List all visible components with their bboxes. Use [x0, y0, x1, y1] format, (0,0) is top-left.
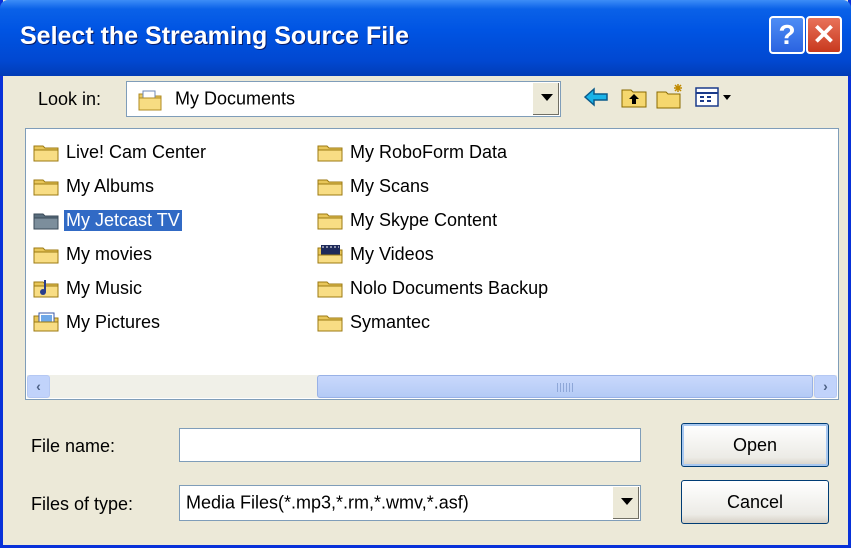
folder-icon	[317, 213, 343, 230]
folder-icon	[33, 145, 59, 162]
list-item[interactable]: My Jetcast TV	[32, 207, 183, 233]
files-of-type-label: Files of type:	[31, 494, 134, 514]
list-item-label: Nolo Documents Backup	[350, 277, 549, 298]
list-item-label: My Scans	[350, 175, 430, 196]
folder-icon	[317, 281, 343, 298]
scroll-left-icon[interactable]: ‹	[27, 375, 50, 398]
look-in-value: My Documents	[175, 88, 296, 109]
up-folder-icon[interactable]	[619, 82, 649, 112]
list-item[interactable]: Nolo Documents Backup	[316, 275, 550, 301]
chevron-down-icon[interactable]	[532, 83, 559, 115]
folder-icon	[317, 145, 343, 162]
documents-folder-icon	[138, 90, 162, 111]
list-item[interactable]: My Albums	[32, 173, 156, 199]
list-item-label: My Videos	[350, 243, 434, 264]
look-in-label: Look in:	[38, 89, 102, 109]
list-item-label: Symantec	[350, 311, 431, 332]
list-item-label: My movies	[66, 243, 153, 264]
grip-icon	[557, 383, 573, 392]
title-bar[interactable]: Select the Streaming Source File ? ✕	[0, 0, 851, 76]
views-menu-icon[interactable]	[693, 82, 735, 112]
folder-icon	[33, 179, 59, 196]
file-name-label: File name:	[31, 436, 116, 456]
list-item[interactable]: My Scans	[316, 173, 431, 199]
help-button[interactable]: ?	[769, 16, 805, 54]
folder-icon	[317, 179, 343, 196]
back-arrow-icon[interactable]	[581, 82, 611, 112]
list-item-label: My RoboForm Data	[350, 141, 508, 162]
files-of-type-dropdown[interactable]: Media Files(*.mp3,*.rm,*.wmv,*.asf)	[179, 485, 641, 521]
list-item[interactable]: My movies	[32, 241, 154, 267]
list-item-label: My Skype Content	[350, 209, 498, 230]
list-item[interactable]: My Skype Content	[316, 207, 499, 233]
scroll-right-icon[interactable]: ›	[814, 375, 837, 398]
list-item[interactable]: My RoboForm Data	[316, 139, 509, 165]
horizontal-scrollbar[interactable]: ‹ ›	[27, 375, 837, 398]
list-item-label: My Jetcast TV	[63, 208, 183, 232]
list-item[interactable]: My Music	[32, 275, 144, 301]
list-item-label: My Pictures	[66, 311, 161, 332]
open-button[interactable]: Open	[681, 423, 829, 467]
list-item[interactable]: Live! Cam Center	[32, 139, 208, 165]
music-folder-icon	[33, 280, 59, 298]
video-folder-icon	[317, 245, 343, 264]
list-item[interactable]: Symantec	[316, 309, 432, 335]
folder-icon	[33, 247, 59, 264]
dialog-window: Select the Streaming Source File ? ✕ Loo…	[0, 0, 851, 548]
list-item[interactable]: My Videos	[316, 241, 436, 267]
files-of-type-value: Media Files(*.mp3,*.rm,*.wmv,*.asf)	[186, 492, 469, 513]
chevron-down-icon[interactable]	[612, 487, 639, 519]
cancel-button[interactable]: Cancel	[681, 480, 829, 524]
close-button[interactable]: ✕	[806, 16, 842, 54]
list-item-label: My Music	[66, 277, 142, 298]
folder-icon	[33, 213, 59, 230]
list-item[interactable]: My Pictures	[32, 309, 162, 335]
file-list[interactable]: Live! Cam Center My Albums My Jetcast TV My…	[25, 128, 839, 400]
pictures-folder-icon	[33, 312, 59, 332]
new-folder-icon[interactable]	[655, 82, 685, 112]
list-item-label: Live! Cam Center	[66, 141, 207, 162]
file-name-input[interactable]	[179, 428, 641, 462]
list-item-label: My Albums	[66, 175, 155, 196]
folder-icon	[317, 315, 343, 332]
scrollbar-thumb[interactable]	[317, 375, 813, 398]
dialog-title: Select the Streaming Source File	[20, 22, 410, 50]
look-in-dropdown[interactable]: My Documents	[126, 81, 561, 117]
